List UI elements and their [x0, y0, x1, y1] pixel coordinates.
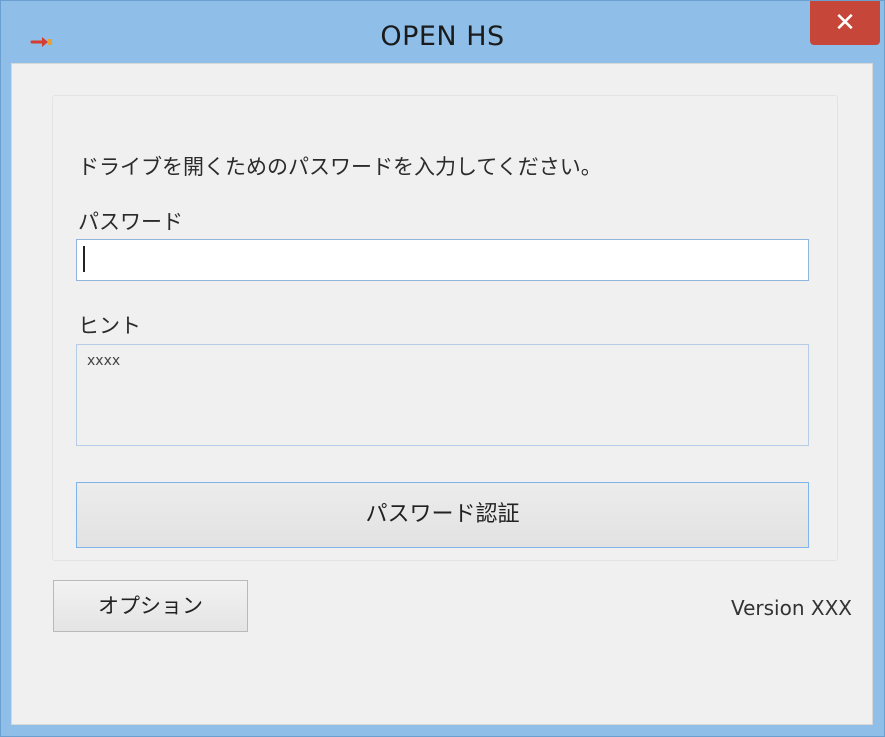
version-label: Version XXX — [730, 596, 852, 620]
password-input[interactable] — [76, 239, 809, 281]
instruction-text: ドライブを開くためのパスワードを入力してください。 — [78, 155, 602, 179]
close-button[interactable]: ✕ — [810, 1, 880, 45]
text-caret — [83, 246, 85, 272]
close-icon: ✕ — [834, 8, 856, 38]
window-title: OPEN HS — [380, 21, 505, 52]
client-area: ドライブを開くためのパスワードを入力してください。 パスワード ヒント xxxx… — [11, 63, 873, 725]
option-button[interactable]: オプション — [53, 580, 248, 632]
password-label: パスワード — [78, 210, 183, 234]
hint-label: ヒント — [78, 314, 141, 338]
hint-display: xxxx — [76, 344, 809, 446]
password-group: ドライブを開くためのパスワードを入力してください。 パスワード ヒント xxxx… — [52, 95, 838, 561]
hint-value: xxxx — [87, 353, 121, 369]
password-verify-button[interactable]: パスワード認証 — [76, 482, 809, 548]
dialog-window: OPEN HS ✕ ドライブを開くためのパスワードを入力してください。 パスワー… — [0, 0, 885, 737]
